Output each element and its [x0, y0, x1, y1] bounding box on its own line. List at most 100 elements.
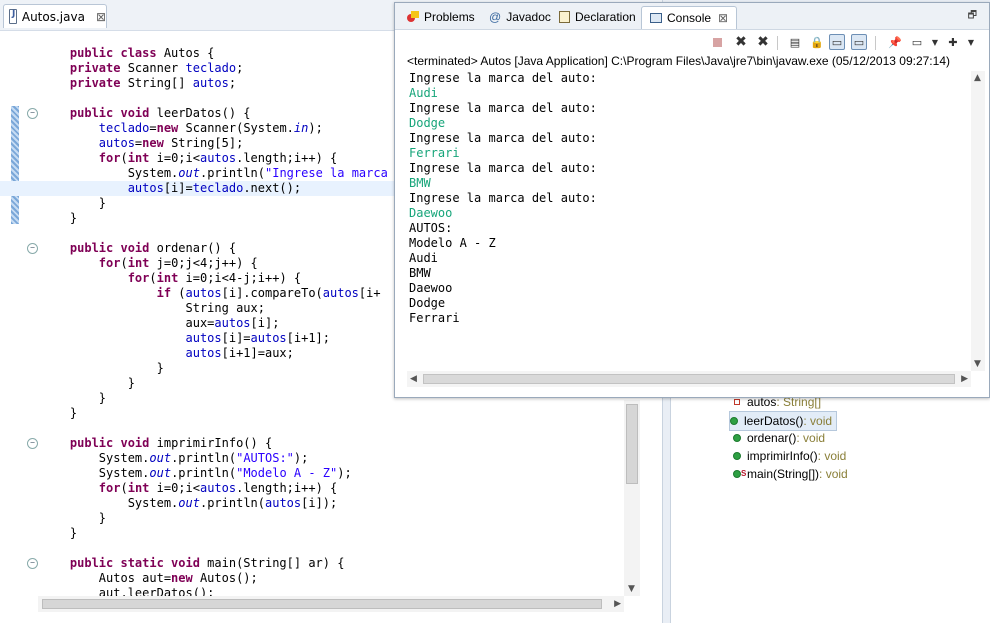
close-icon[interactable]: ⊠ — [718, 11, 728, 25]
code-text: autos=new String[5]; — [98, 136, 244, 150]
console-output-line: Modelo A - Z — [409, 236, 496, 250]
chevron-down-icon[interactable]: ▼ — [927, 34, 943, 50]
outline-item-type: : void — [803, 414, 833, 428]
tab-javadoc[interactable]: @ Javadoc — [481, 6, 559, 28]
declaration-icon — [559, 11, 570, 23]
code-text: } — [41, 511, 107, 525]
scroll-right-arrow-icon[interactable]: ▶ — [961, 374, 968, 384]
toolbar-separator — [875, 36, 876, 50]
tab-label: Declaration — [575, 10, 636, 24]
console-output-line: Ingrese la marca del auto: — [409, 71, 597, 85]
remove-launch-icon[interactable]: ✖ — [733, 34, 749, 50]
chevron-down-icon[interactable]: ▼ — [963, 34, 979, 50]
pin-console-icon[interactable]: 📌 — [887, 34, 903, 50]
java-file-icon — [9, 9, 17, 24]
tab-autos-java[interactable]: Autos.java ⊠ — [3, 4, 107, 28]
scroll-down-arrow-icon[interactable]: ▼ — [628, 584, 635, 594]
public-method-icon — [733, 434, 741, 442]
fold-toggle-icon[interactable]: − — [27, 438, 38, 449]
console-horizontal-scrollbar[interactable]: ◀ ▶ — [407, 371, 971, 387]
code-text: if (autos[i].compareTo(autos[i+ — [156, 286, 381, 300]
code-line[interactable]: } — [0, 511, 624, 526]
scroll-up-arrow-icon[interactable]: ▲ — [974, 73, 981, 83]
console-output-line: Ingrese la marca del auto: — [409, 161, 597, 175]
tab-label: Console — [667, 11, 712, 25]
fold-toggle-icon[interactable]: − — [27, 108, 38, 119]
open-console-icon[interactable]: ✚ — [945, 34, 961, 50]
console-output-line: Ingrese la marca del auto: — [409, 131, 597, 145]
editor-horizontal-scrollbar[interactable]: ▶ — [38, 596, 624, 612]
close-icon[interactable]: ⊠ — [96, 10, 106, 24]
code-text: for(int i=0;i<autos.length;i++) { — [98, 151, 338, 165]
code-text: } — [41, 211, 78, 225]
code-line[interactable]: for(int i=0;i<autos.length;i++) { — [0, 481, 624, 496]
outline-view: autos : String[] leerDatos() : void ordena… — [670, 395, 990, 623]
maximize-icon[interactable]: 🗗 — [968, 8, 977, 25]
console-input-line: Dodge — [409, 116, 446, 130]
outline-item[interactable]: imprimirInfo() : void — [733, 447, 846, 465]
show-console-on-stderr-icon[interactable]: ▭ — [851, 34, 867, 50]
scroll-right-arrow-icon[interactable]: ▶ — [614, 599, 621, 609]
code-text: public void leerDatos() { — [69, 106, 251, 120]
fold-toggle-icon[interactable]: − — [27, 243, 38, 254]
terminate-icon[interactable] — [709, 34, 725, 50]
scroll-down-arrow-icon[interactable]: ▼ — [974, 359, 981, 369]
display-selected-console-icon[interactable]: ▭ — [909, 34, 925, 50]
scroll-lock-icon[interactable]: 🔒 — [809, 34, 825, 50]
console-status-line: <terminated> Autos [Java Application] C:… — [407, 54, 950, 68]
console-output[interactable]: Ingrese la marca del auto: Audi Ingrese la… — [409, 71, 969, 371]
tab-console[interactable]: Console ⊠ — [641, 6, 738, 29]
code-text: autos[i+1]=aux; — [185, 346, 294, 360]
code-line[interactable]: aut.leerDatos(); — [0, 586, 624, 596]
tab-declaration[interactable]: Declaration — [551, 6, 644, 28]
outline-item[interactable]: ordenar() : void — [733, 429, 825, 447]
scroll-thumb[interactable] — [42, 599, 602, 609]
code-text: } — [41, 376, 135, 390]
code-text: teclado=new Scanner(System.in); — [98, 121, 323, 135]
outline-item-name: main(String[]) — [747, 467, 820, 481]
code-line[interactable]: } — [0, 406, 624, 421]
remove-all-terminated-icon[interactable]: ✖ — [755, 34, 771, 50]
code-text: public static void main(String[] ar) { — [69, 556, 345, 570]
scroll-left-arrow-icon[interactable]: ◀ — [410, 374, 417, 384]
code-text: public class Autos { — [69, 46, 215, 60]
public-method-icon — [733, 470, 741, 478]
code-line[interactable]: } — [0, 526, 624, 541]
outline-item[interactable]: leerDatos() : void — [729, 411, 838, 431]
console-output-line: Daewoo — [409, 281, 453, 295]
console-vertical-scrollbar[interactable]: ▲ ▼ — [971, 71, 985, 371]
fold-toggle-icon[interactable]: − — [27, 558, 38, 569]
tab-label: Problems — [424, 10, 475, 24]
console-view: Problems @ Javadoc Declaration Console ⊠ 🗗 ✖ … — [394, 2, 990, 398]
outline-item-type: : void — [817, 449, 847, 463]
show-console-on-stdout-icon[interactable]: ▭ — [829, 34, 845, 50]
public-method-icon — [733, 452, 741, 460]
view-tab-bar: Problems @ Javadoc Declaration Console ⊠ — [395, 3, 989, 30]
outline-item-type: : void — [796, 431, 826, 445]
code-text: String aux; — [41, 301, 265, 315]
clear-console-icon[interactable]: ▤ — [787, 34, 803, 50]
code-text: System.out.println("AUTOS:"); — [41, 451, 309, 465]
code-line[interactable]: − public void imprimirInfo() { — [0, 436, 624, 451]
code-text: public void ordenar() { — [69, 241, 237, 255]
code-text: aux=autos[i]; — [41, 316, 280, 330]
code-line[interactable]: − public static void main(String[] ar) { — [0, 556, 624, 571]
code-line[interactable]: System.out.println("AUTOS:"); — [0, 451, 624, 466]
private-field-icon — [734, 399, 740, 405]
outline-item-type: : void — [819, 467, 848, 481]
public-method-icon — [730, 417, 738, 425]
code-line[interactable]: System.out.println("Modelo A - Z"); — [0, 466, 624, 481]
scroll-thumb[interactable] — [423, 374, 955, 384]
tab-problems[interactable]: Problems — [399, 6, 483, 28]
code-line[interactable]: Autos aut=new Autos(); — [0, 571, 624, 586]
code-text: Autos aut=new Autos(); — [41, 571, 258, 585]
outline-item[interactable]: Smain(String[]) : void — [733, 465, 848, 483]
console-icon — [650, 13, 662, 23]
console-output-line: Dodge — [409, 296, 446, 310]
code-text: } — [41, 391, 107, 405]
code-line[interactable]: System.out.println(autos[i]); — [0, 496, 624, 511]
code-text: public void imprimirInfo() { — [69, 436, 273, 450]
code-text: for(int i=0;i<4-j;i++) { — [127, 271, 302, 285]
editor-vertical-scrollbar[interactable]: ▼ — [624, 400, 640, 596]
scroll-thumb[interactable] — [626, 404, 638, 484]
